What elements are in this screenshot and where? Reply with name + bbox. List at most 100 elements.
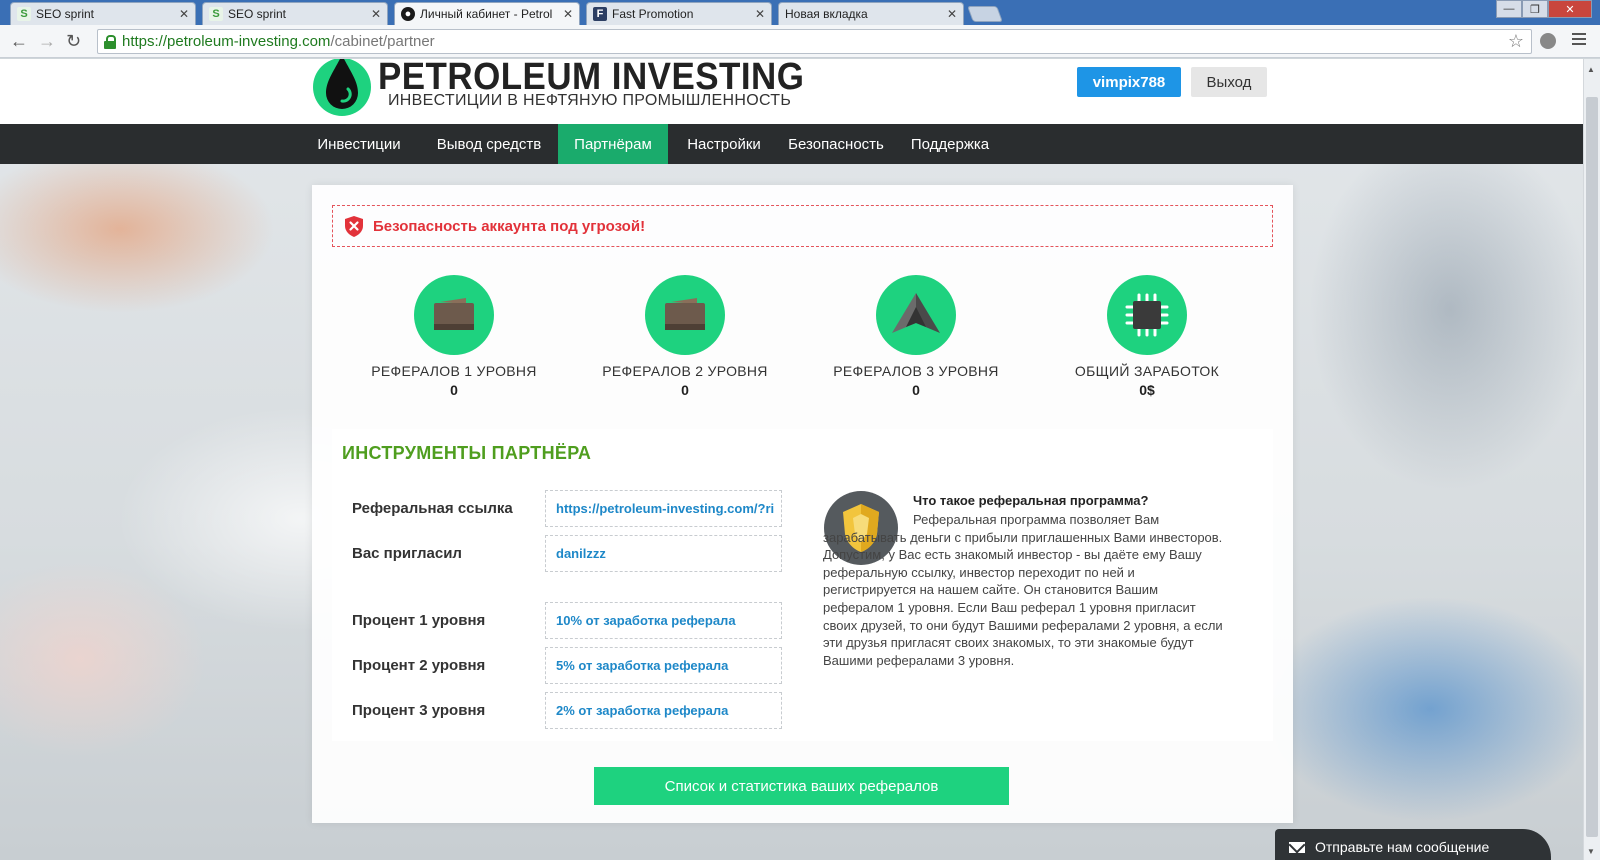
stat-icon-circle [645,275,725,355]
back-icon[interactable]: ← [10,31,28,52]
scroll-down-icon[interactable]: ▼ [1587,847,1595,856]
close-icon[interactable]: ✕ [563,7,573,21]
section-title: ИНСТРУМЕНТЫ ПАРТНЁРА [342,443,592,463]
wallet-icon [665,298,705,330]
mail-icon [1289,841,1305,853]
info-title: Что такое реферальная программа? [913,493,1149,508]
field-percent-level-1: Процент 1 уровня 10% от заработка рефера… [352,602,782,640]
stat-label: РЕФЕРАЛОВ 2 УРОВНЯ [602,363,768,379]
bookmark-star-icon[interactable]: ☆ [1508,31,1524,52]
stat-referrals-level-1: РЕФЕРАЛОВ 1 УРОВНЯ 0 [354,275,554,398]
security-alert: Безопасность аккаунта под угрозой! [332,205,1273,247]
lock-icon [104,34,116,49]
referral-stats-button[interactable]: Список и статистика ваших рефералов [594,767,1009,805]
chip-icon [1125,293,1169,337]
stat-value: 0 [681,382,689,398]
oil-drop-logo-icon[interactable] [312,59,372,117]
partner-tools: ИНСТРУМЕНТЫ ПАРТНЁРА Реферальная ссылка … [332,429,1273,741]
nav-item-withdraw[interactable]: Вывод средств [424,124,554,164]
site-header: PETROLEUM INVESTING ИНВЕСТИЦИИ В НЕФТЯНУ… [0,59,1583,124]
field-referral-link: Реферальная ссылка https://petroleum-inv… [352,490,782,528]
oil-drop-icon: ● [401,7,415,21]
stat-label: РЕФЕРАЛОВ 3 УРОВНЯ [833,363,999,379]
forward-icon[interactable]: → [38,31,56,52]
user-account-button[interactable]: vimpix788 [1077,67,1181,97]
field-label: Реферальная ссылка [352,500,513,517]
browser-tab-1[interactable]: S SEO sprint ✕ [10,2,196,25]
page-scrollbar[interactable]: ▲ ▼ [1583,59,1600,860]
browser-tab-4[interactable]: F Fast Promotion ✕ [586,2,772,25]
wallet-icon [434,298,474,330]
window-close-icon[interactable]: ✕ [1548,0,1592,18]
pyramid-icon [892,293,940,333]
invited-by-field[interactable]: danilzzz [545,535,782,572]
percent-level-1-field[interactable]: 10% от заработка реферала [545,602,782,639]
minimize-icon[interactable]: — [1496,0,1522,18]
field-label: Вас пригласил [352,545,462,562]
stat-total-earnings: ОБЩИЙ ЗАРАБОТОК 0$ [1047,275,1247,398]
nav-item-support[interactable]: Поддержка [900,124,1000,164]
close-icon[interactable]: ✕ [755,7,765,21]
field-label: Процент 2 уровня [352,657,486,674]
browser-tab-label: Личный кабинет - Petrol [420,7,553,21]
url-path: /cabinet/partner [330,33,435,50]
field-label: Процент 3 уровня [352,702,486,719]
address-bar-row: ← → ↻ https://petroleum-investing.com/ca… [0,25,1600,58]
url-host: https://petroleum-investing.com [122,33,331,50]
seo-sprint-icon: S [209,7,223,21]
stat-icon-circle [1107,275,1187,355]
nav-item-investments[interactable]: Инвестиции [312,124,406,164]
browser-menu-icon[interactable] [1572,33,1586,48]
page-viewport: PETROLEUM INVESTING ИНВЕСТИЦИИ В НЕФТЯНУ… [0,59,1583,860]
stat-referrals-level-2: РЕФЕРАЛОВ 2 УРОВНЯ 0 [585,275,785,398]
close-icon[interactable]: ✕ [947,7,957,21]
chat-label: Отправьте нам сообщение [1315,839,1490,855]
field-invited-by: Вас пригласил danilzzz [352,535,782,573]
seo-sprint-icon: S [17,7,31,21]
alert-text: Безопасность аккаунта под угрозой! [373,217,646,235]
browser-tab-2[interactable]: S SEO sprint ✕ [202,2,388,25]
stat-referrals-level-3: РЕФЕРАЛОВ 3 УРОВНЯ 0 [816,275,1016,398]
shield-warning-icon [345,215,363,237]
close-icon[interactable]: ✕ [371,7,381,21]
logo-subtitle: ИНВЕСТИЦИИ В НЕФТЯНУЮ ПРОМЫШЛЕННОСТЬ [388,92,792,109]
fast-promotion-icon: F [593,7,607,21]
browser-tab-bar: S SEO sprint ✕ S SEO sprint ✕ ● Личный к… [0,0,1600,25]
new-tab-button[interactable] [967,6,1003,22]
stat-icon-circle [414,275,494,355]
scrollbar-thumb[interactable] [1586,97,1598,837]
stat-value: 0$ [1139,382,1155,398]
percent-level-3-field[interactable]: 2% от заработка реферала [545,692,782,729]
percent-level-2-field[interactable]: 5% от заработка реферала [545,647,782,684]
window-controls: — ❐ ✕ [1496,0,1592,18]
chat-widget[interactable]: Отправьте нам сообщение [1275,829,1551,860]
stat-value: 0 [912,382,920,398]
extension-icon[interactable] [1540,33,1556,49]
stat-label: РЕФЕРАЛОВ 1 УРОВНЯ [371,363,537,379]
browser-tab-label: SEO sprint [36,7,95,21]
browser-tab-label: SEO sprint [228,7,287,21]
field-percent-level-2: Процент 2 уровня 5% от заработка реферал… [352,647,782,685]
browser-tab-5[interactable]: Новая вкладка ✕ [778,2,964,25]
stat-label: ОБЩИЙ ЗАРАБОТОК [1074,363,1220,379]
field-percent-level-3: Процент 3 уровня 2% от заработка реферал… [352,692,782,730]
referral-link-field[interactable]: https://petroleum-investing.com/?ri [545,490,782,527]
info-text: Реферальная программа позволяет Вам зара… [823,512,1223,668]
nav-item-partners[interactable]: Партнёрам [558,124,668,164]
browser-tab-label: Новая вкладка [785,7,868,21]
partner-panel: Безопасность аккаунта под угрозой! РЕФЕР… [312,185,1293,823]
nav-item-settings[interactable]: Настройки [674,124,774,164]
nav-item-security[interactable]: Безопасность [782,124,890,164]
url-input[interactable]: https://petroleum-investing.com/cabinet/… [97,29,1532,54]
browser-tab-3[interactable]: ● Личный кабинет - Petrol ✕ [394,2,580,25]
maximize-icon[interactable]: ❐ [1522,0,1548,18]
stat-value: 0 [450,382,458,398]
main-nav: Инвестиции Вывод средств Партнёрам Настр… [0,124,1583,164]
close-icon[interactable]: ✕ [179,7,189,21]
browser-tab-label: Fast Promotion [612,7,694,21]
reload-icon[interactable]: ↻ [66,31,81,52]
field-label: Процент 1 уровня [352,612,486,629]
logout-button[interactable]: Выход [1191,67,1267,97]
scroll-up-icon[interactable]: ▲ [1587,65,1595,74]
stat-icon-circle [876,275,956,355]
